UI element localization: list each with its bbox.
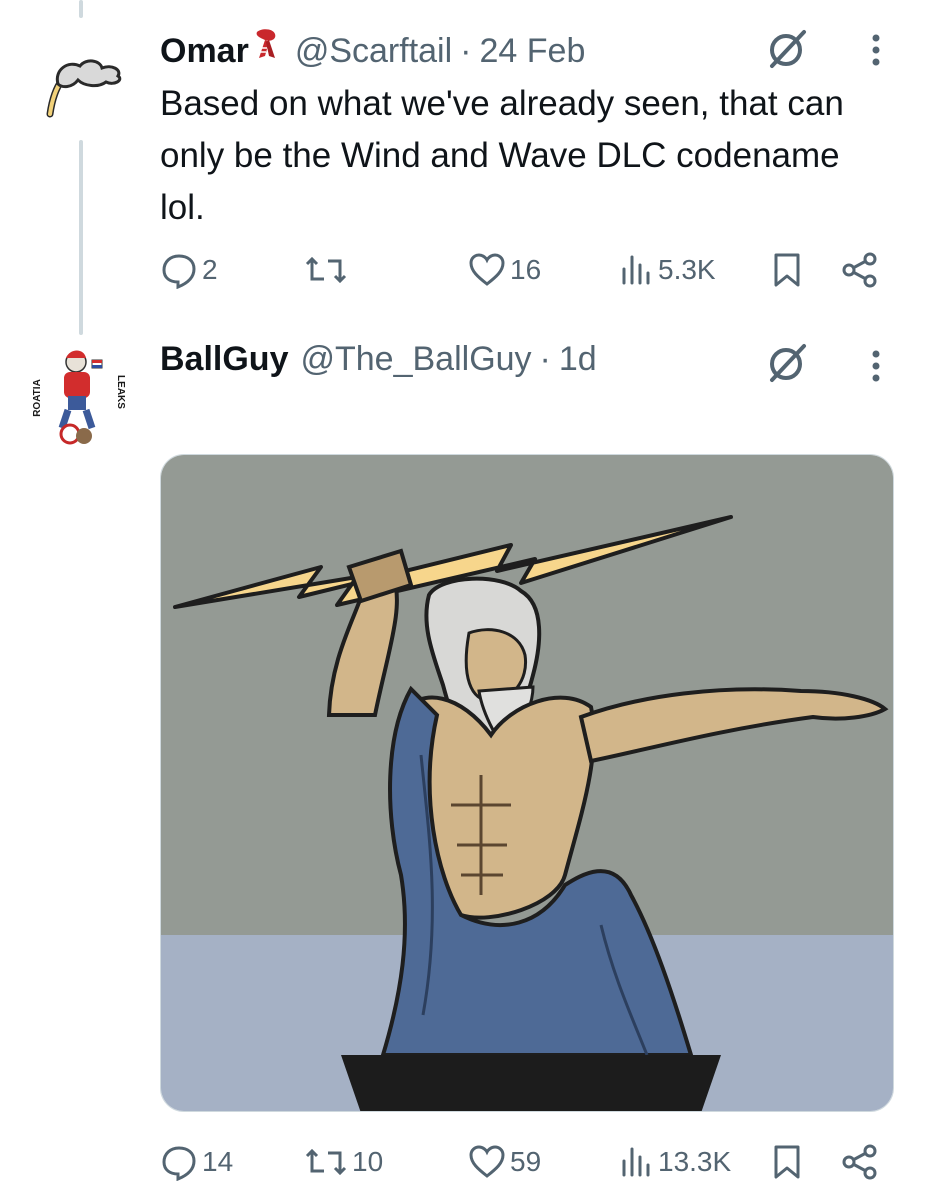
share-button[interactable] — [840, 1140, 880, 1184]
bookmark-icon — [774, 1145, 800, 1179]
like-icon — [469, 1145, 505, 1178]
more-icon[interactable] — [866, 344, 886, 388]
views-count: 13.3K — [658, 1146, 732, 1177]
share-icon — [842, 1144, 877, 1180]
repost-button[interactable]: 10 — [304, 1140, 383, 1184]
avatar-text-right: LEAKS — [115, 375, 126, 409]
tweet-header: BallGuy @The_BallGuy · 1d — [160, 340, 597, 384]
reply-icon — [162, 1146, 196, 1181]
author-name[interactable]: BallGuy — [160, 340, 288, 379]
tweet-media-image[interactable] — [160, 454, 894, 1112]
like-count: 59 — [510, 1146, 542, 1177]
reply-button[interactable]: 14 — [160, 1140, 233, 1184]
tweet-ballguy[interactable]: ROATIA LEAKS BallGuy @The_BallGuy · 1d 1… — [0, 0, 927, 1200]
separator-dot: · — [539, 340, 551, 378]
like-button[interactable]: 59 — [468, 1140, 541, 1184]
reply-count: 14 — [202, 1146, 234, 1177]
author-handle[interactable]: @The_BallGuy — [300, 340, 531, 379]
avatar[interactable]: ROATIA LEAKS — [22, 338, 136, 452]
views-icon — [622, 1147, 650, 1177]
avatar-text-left: ROATIA — [32, 379, 43, 417]
views-button[interactable]: 13.3K — [618, 1140, 731, 1184]
zeus-illustration — [161, 455, 893, 1111]
action-bar: 14 10 59 13.3K — [160, 1140, 890, 1184]
tweet-time[interactable]: 1d — [559, 340, 597, 379]
repost-count: 10 — [352, 1146, 384, 1177]
grok-icon[interactable] — [766, 340, 810, 384]
bookmark-button[interactable] — [770, 1140, 804, 1184]
repost-icon — [305, 1148, 347, 1176]
